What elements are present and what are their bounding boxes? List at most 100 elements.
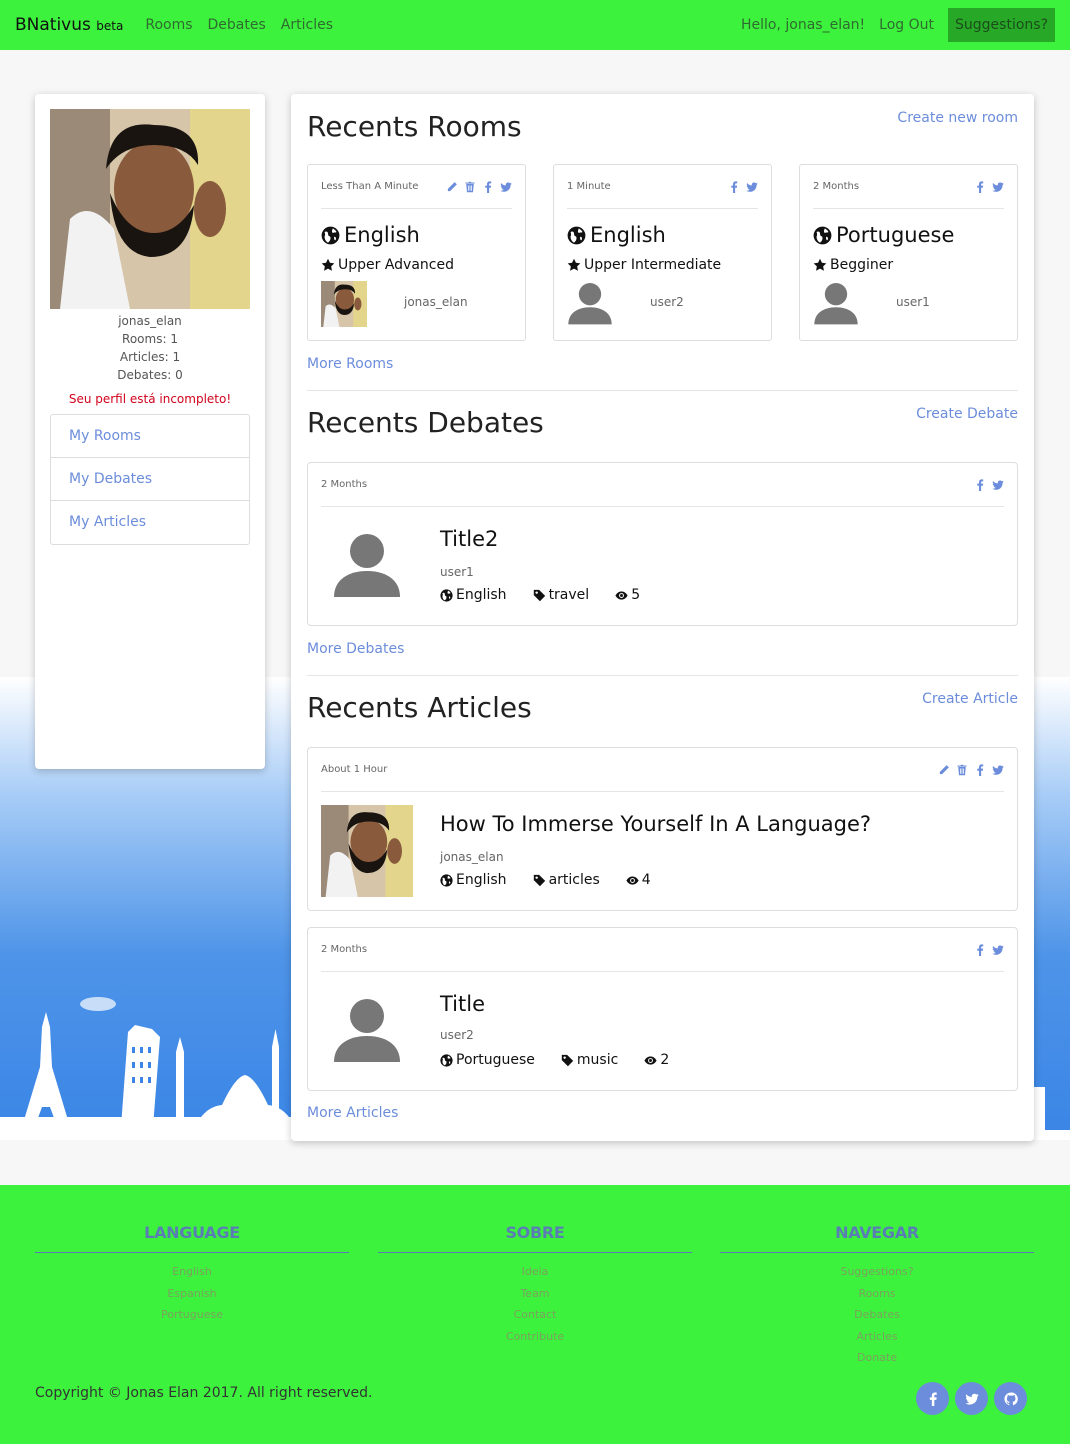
more-rooms-link[interactable]: More Rooms <box>307 356 393 372</box>
article-language: English <box>440 872 507 888</box>
room-language-text: English <box>590 223 666 247</box>
room-owner-avatar[interactable] <box>321 281 367 327</box>
room-level: Upper Advanced <box>321 257 454 273</box>
facebook-share-icon[interactable] <box>482 181 494 193</box>
room-language-text: Portuguese <box>836 223 955 247</box>
profile-avatar[interactable] <box>50 109 250 309</box>
profile-photo-icon <box>50 109 250 309</box>
facebook-share-icon[interactable] <box>974 944 986 956</box>
debate-tag: travel <box>533 587 589 603</box>
footer-link[interactable]: Team <box>378 1283 692 1305</box>
room-owner-avatar[interactable] <box>813 281 859 327</box>
eye-icon <box>644 1054 657 1067</box>
suggestions-button[interactable]: Suggestions? <box>948 8 1055 42</box>
twitter-share-icon[interactable] <box>992 479 1004 491</box>
star-icon <box>567 258 581 272</box>
room-level-text: Begginer <box>830 257 894 273</box>
footer-navegar-column: NAVEGAR Suggestions? Rooms Debates Artic… <box>720 1223 1034 1369</box>
create-room-link[interactable]: Create new room <box>897 110 1018 126</box>
room-owner-name[interactable]: jonas_elan <box>404 295 468 309</box>
my-articles-link[interactable]: My Articles <box>51 501 249 544</box>
room-language: English <box>321 223 420 247</box>
more-articles-link[interactable]: More Articles <box>307 1105 398 1121</box>
article-author[interactable]: jonas_elan <box>440 850 504 864</box>
facebook-share-icon[interactable] <box>974 181 986 193</box>
room-card[interactable]: Less Than A Minute English Upper Advance… <box>307 164 526 341</box>
delete-icon[interactable] <box>956 764 968 776</box>
footer-link[interactable]: Suggestions? <box>720 1261 1034 1283</box>
twitter-share-icon[interactable] <box>746 181 758 193</box>
footer-link[interactable]: English <box>35 1261 349 1283</box>
profile-sidebar: jonas_elan Rooms: 1 Articles: 1 Debates:… <box>35 94 265 769</box>
footer-link[interactable]: Contribute <box>378 1326 692 1348</box>
facebook-social-button[interactable] <box>916 1382 949 1415</box>
facebook-share-icon[interactable] <box>728 181 740 193</box>
create-article-link[interactable]: Create Article <box>922 691 1018 707</box>
my-debates-link[interactable]: My Debates <box>51 458 249 501</box>
my-rooms-link[interactable]: My Rooms <box>51 415 249 458</box>
room-level-text: Upper Advanced <box>338 257 454 273</box>
debate-language: English <box>440 587 507 603</box>
section-divider <box>307 390 1018 391</box>
twitter-share-icon[interactable] <box>992 944 1004 956</box>
more-debates-link[interactable]: More Debates <box>307 641 404 657</box>
article-title[interactable]: How To Immerse Yourself In A Language? <box>440 812 871 836</box>
nav-articles-link[interactable]: Articles <box>281 17 333 33</box>
article-title[interactable]: Title <box>440 992 485 1016</box>
facebook-share-icon[interactable] <box>974 479 986 491</box>
twitter-social-button[interactable] <box>955 1382 988 1415</box>
edit-icon[interactable] <box>446 181 458 193</box>
twitter-share-icon[interactable] <box>992 764 1004 776</box>
tag-icon <box>561 1054 574 1067</box>
nav-debates-link[interactable]: Debates <box>208 17 266 33</box>
article-tag: music <box>561 1052 618 1068</box>
debate-language-text: English <box>456 587 507 603</box>
github-social-button[interactable] <box>994 1382 1027 1415</box>
article-card[interactable]: About 1 Hour How To Immerse Yourself In … <box>307 747 1018 911</box>
brand-logo[interactable]: BNativus beta <box>15 15 123 35</box>
twitter-share-icon[interactable] <box>500 181 512 193</box>
top-navbar: BNativus beta Rooms Debates Articles Hel… <box>0 0 1070 50</box>
user-placeholder-icon <box>334 999 400 1062</box>
footer-link[interactable]: Espanish <box>35 1283 349 1305</box>
debate-author[interactable]: user1 <box>440 565 474 579</box>
debate-actions <box>974 479 1004 491</box>
recent-debates-title: Recents Debates <box>307 406 544 439</box>
article-meta: English articles 4 <box>440 872 677 888</box>
article-author-avatar[interactable] <box>321 805 413 897</box>
room-owner-name[interactable]: user2 <box>650 295 684 309</box>
footer-link[interactable]: Portuguese <box>35 1304 349 1326</box>
create-debate-link[interactable]: Create Debate <box>916 406 1018 422</box>
edit-icon[interactable] <box>938 764 950 776</box>
profile-menu: My Rooms My Debates My Articles <box>50 414 250 545</box>
article-author-avatar[interactable] <box>321 996 413 1088</box>
article-language-text: English <box>456 872 507 888</box>
article-author[interactable]: user2 <box>440 1028 474 1042</box>
footer-link[interactable]: Donate <box>720 1347 1034 1369</box>
profile-incomplete-warning: Seu perfil está incompleto! <box>68 392 232 406</box>
debate-views-text: 5 <box>631 587 641 603</box>
footer-link[interactable]: Rooms <box>720 1283 1034 1305</box>
main-content: Recents Rooms Create new room Less Than … <box>291 94 1034 1141</box>
debate-title[interactable]: Title2 <box>440 527 498 551</box>
debate-author-avatar[interactable] <box>321 531 413 623</box>
room-owner-avatar[interactable] <box>567 281 613 327</box>
facebook-share-icon[interactable] <box>974 764 986 776</box>
footer-link[interactable]: Ideia <box>378 1261 692 1283</box>
footer-link[interactable]: Debates <box>720 1304 1034 1326</box>
footer-sobre-title: SOBRE <box>378 1223 692 1253</box>
room-card[interactable]: 2 Months Portuguese Begginer user1 <box>799 164 1018 341</box>
nav-rooms-link[interactable]: Rooms <box>145 17 192 33</box>
delete-icon[interactable] <box>464 181 476 193</box>
footer-link[interactable]: Contact <box>378 1304 692 1326</box>
footer-link[interactable]: Articles <box>720 1326 1034 1348</box>
debate-card[interactable]: 2 Months Title2 user1 English travel 5 <box>307 462 1018 626</box>
twitter-share-icon[interactable] <box>992 181 1004 193</box>
room-owner-name[interactable]: user1 <box>896 295 930 309</box>
logout-link[interactable]: Log Out <box>879 17 934 33</box>
article-meta: Portuguese music 2 <box>440 1052 695 1068</box>
article-time: 2 Months <box>321 944 368 955</box>
user-greeting[interactable]: Hello, jonas_elan! <box>741 17 865 33</box>
room-card[interactable]: 1 Minute English Upper Intermediate user… <box>553 164 772 341</box>
article-card[interactable]: 2 Months Title user2 Portuguese music 2 <box>307 927 1018 1091</box>
